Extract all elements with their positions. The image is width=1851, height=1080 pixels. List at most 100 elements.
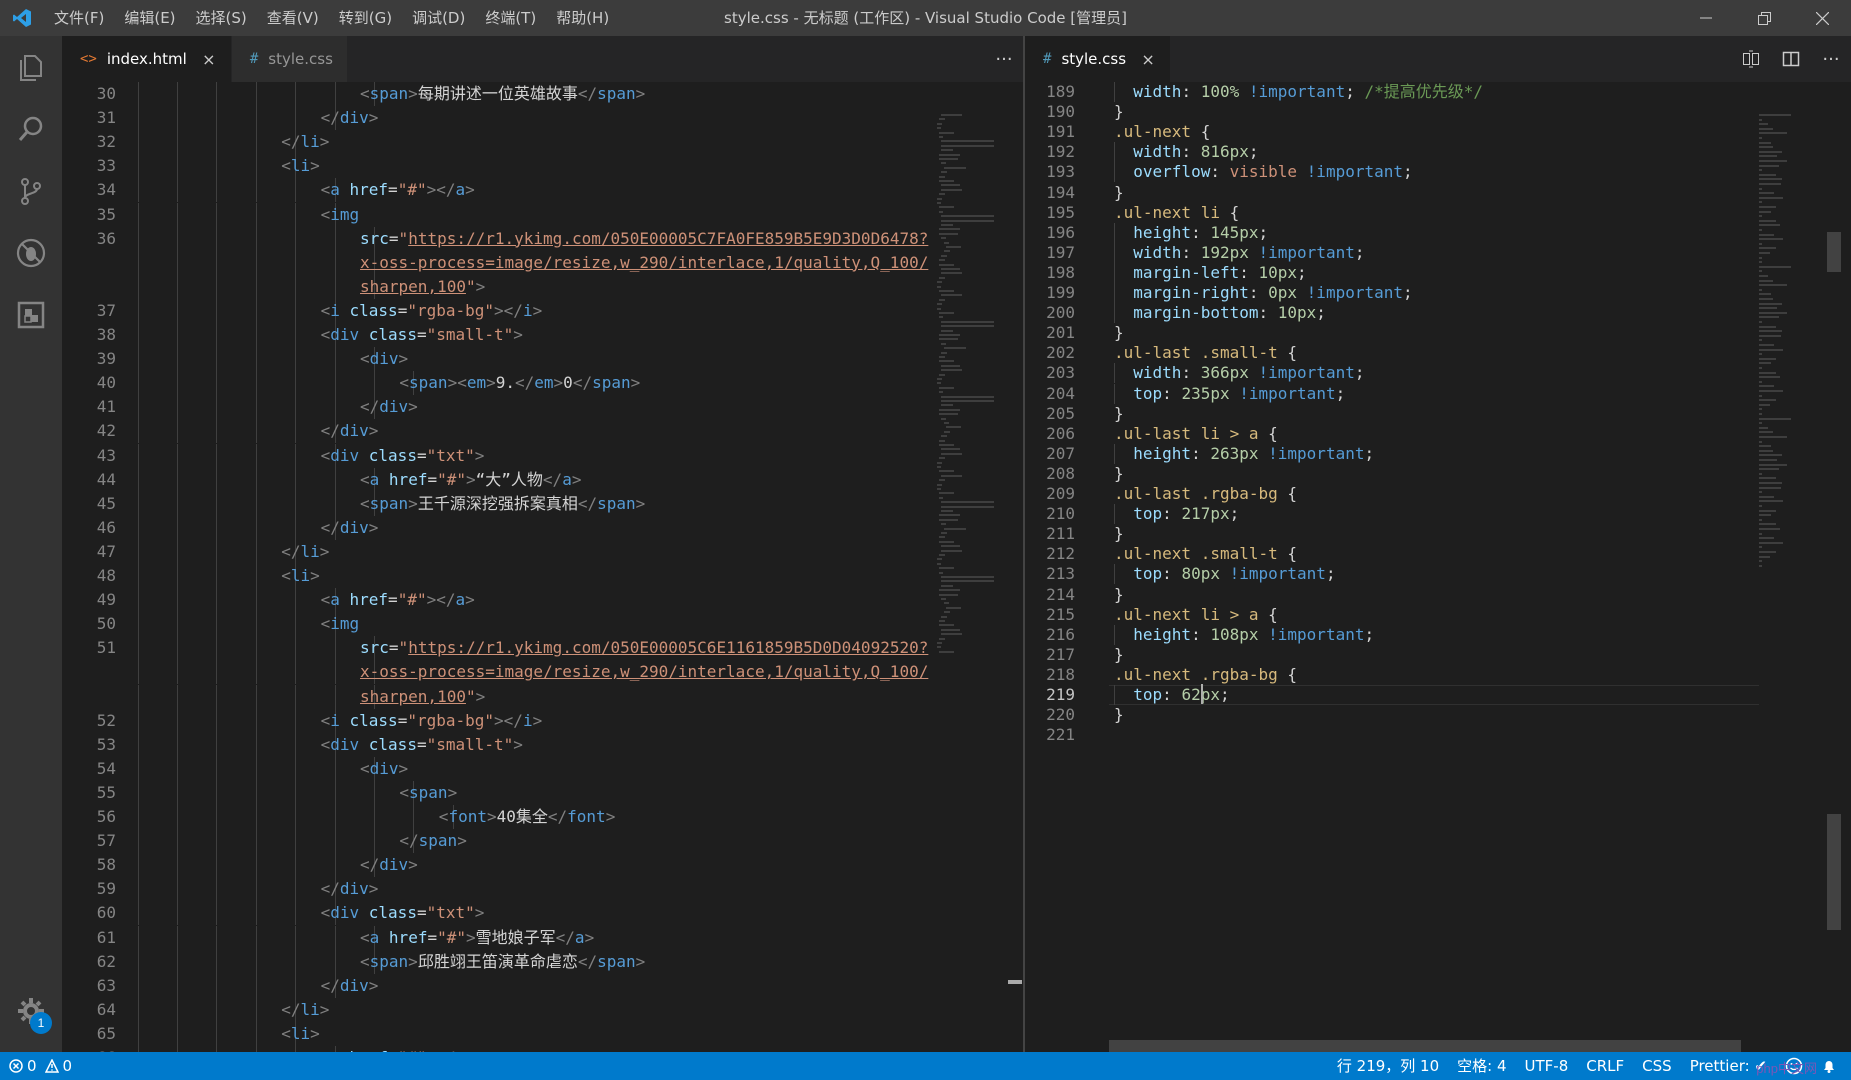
code-line[interactable]: src="https://r1.ykimg.com/050E00005C6E11… bbox=[360, 636, 928, 660]
code-line[interactable]: height: 263px !important; bbox=[1114, 442, 1374, 466]
code-line[interactable]: </div> bbox=[321, 974, 379, 998]
line-number: 37 bbox=[96, 300, 116, 320]
language-mode[interactable]: CSS bbox=[1633, 1052, 1681, 1080]
code-token: < bbox=[360, 493, 370, 513]
code-line[interactable]: x-oss-process=image/resize,w_290/interla… bbox=[360, 251, 928, 275]
code-line[interactable]: <i class="rgba-bg"></i> bbox=[321, 709, 543, 733]
debug-icon[interactable] bbox=[0, 222, 62, 284]
code-line[interactable]: <span>邱胜翊王笛演革命虐恋</span> bbox=[360, 950, 645, 974]
code-line[interactable]: <span><em>9.</em>0</span> bbox=[399, 371, 640, 395]
code-line[interactable]: <div> bbox=[360, 757, 408, 781]
code-line[interactable]: <a href="#">雪地娘子军</a> bbox=[360, 926, 594, 950]
compare-changes-icon[interactable] bbox=[1731, 36, 1771, 82]
split-editor-icon[interactable] bbox=[1771, 36, 1811, 82]
scrollbar-right[interactable] bbox=[1827, 82, 1841, 1052]
file-encoding[interactable]: UTF-8 bbox=[1516, 1052, 1578, 1080]
horizontal-scrollbar[interactable] bbox=[1109, 1040, 1741, 1052]
notifications-bell-icon[interactable] bbox=[1812, 1052, 1851, 1080]
menu-item[interactable]: 选择(S) bbox=[186, 0, 257, 36]
code-line[interactable]: </div> bbox=[321, 106, 379, 130]
more-actions-icon[interactable]: ··· bbox=[984, 36, 1024, 82]
code-line[interactable]: top: 235px !important; bbox=[1114, 382, 1345, 406]
code-line[interactable]: </div> bbox=[321, 419, 379, 443]
tab-style-css-active[interactable]: # style.css × bbox=[1025, 36, 1172, 82]
menu-item[interactable]: 调试(D) bbox=[402, 0, 475, 36]
source-control-icon[interactable] bbox=[0, 160, 62, 222]
code-line[interactable]: <a href="#"></a> bbox=[321, 588, 475, 612]
explorer-icon[interactable] bbox=[0, 36, 62, 98]
indent-guide bbox=[177, 660, 178, 685]
code-line[interactable]: } bbox=[1114, 703, 1124, 727]
code-line[interactable]: <div class="small-t"> bbox=[321, 733, 523, 757]
code-line[interactable]: <li> bbox=[281, 564, 320, 588]
line-number: 38 bbox=[96, 325, 116, 344]
code-line[interactable]: width: 100% !important; /*提高优先级*/ bbox=[1114, 80, 1483, 104]
menu-item[interactable]: 转到(G) bbox=[329, 0, 402, 36]
minimap-line bbox=[941, 254, 947, 257]
code-line[interactable]: <div class="small-t"> bbox=[321, 323, 523, 347]
code-line[interactable]: overflow: visible !important; bbox=[1114, 160, 1412, 184]
code-line[interactable]: <div> bbox=[360, 347, 408, 371]
code-line[interactable]: top: 217px; bbox=[1114, 502, 1239, 526]
close-window-button[interactable] bbox=[1793, 0, 1851, 36]
tab-index-html[interactable]: <> index.html × bbox=[62, 36, 232, 82]
code-editor-css[interactable]: 189 width: 100% !important; /*提高优先级*/190… bbox=[1025, 82, 1851, 1052]
code-line[interactable]: </div> bbox=[321, 877, 379, 901]
tab-close-icon[interactable]: × bbox=[1140, 50, 1156, 69]
scrollbar-left[interactable] bbox=[1008, 82, 1022, 1052]
menu-item[interactable]: 查看(V) bbox=[257, 0, 329, 36]
code-line[interactable]: <li> bbox=[281, 1022, 320, 1046]
extensions-icon[interactable] bbox=[0, 284, 62, 346]
tab-close-icon[interactable]: × bbox=[201, 50, 217, 69]
more-actions-icon[interactable]: ··· bbox=[1811, 36, 1851, 82]
minimize-button[interactable] bbox=[1677, 0, 1735, 36]
code-line[interactable]: <span>王千源深挖强拆案真相</span> bbox=[360, 492, 645, 516]
code-line[interactable]: <span>每期讲述一位英雄故事</span> bbox=[360, 82, 645, 106]
indentation[interactable]: 空格: 4 bbox=[1448, 1052, 1515, 1080]
code-token: : bbox=[1162, 383, 1182, 403]
code-line[interactable]: margin-bottom: 10px; bbox=[1114, 301, 1326, 325]
code-line[interactable]: </li> bbox=[281, 540, 329, 564]
code-line[interactable]: </div> bbox=[360, 395, 418, 419]
manage-gear-icon[interactable]: 1 bbox=[0, 980, 62, 1042]
code-line[interactable]: top: 62px; bbox=[1114, 683, 1229, 707]
menu-item[interactable]: 帮助(H) bbox=[546, 0, 619, 36]
code-line[interactable]: </div> bbox=[321, 516, 379, 540]
code-line[interactable]: <div class="txt"> bbox=[321, 444, 485, 468]
code-line[interactable]: </div> bbox=[360, 853, 418, 877]
menu-item[interactable]: 文件(F) bbox=[44, 0, 114, 36]
code-line[interactable]: <div class="txt"> bbox=[321, 901, 485, 925]
code-editor-html[interactable]: 30 <span>每期讲述一位英雄故事</span> 31 </div> 32 </li>… bbox=[62, 82, 1024, 1052]
code-line[interactable]: <a href="#">“大”人物</a> bbox=[360, 468, 581, 492]
scrollbar-thumb[interactable] bbox=[1827, 814, 1841, 930]
indent-guide bbox=[216, 226, 218, 251]
menu-item[interactable]: 编辑(E) bbox=[114, 0, 185, 36]
menu-item[interactable]: 终端(T) bbox=[475, 0, 546, 36]
code-line[interactable]: </li> bbox=[281, 998, 329, 1022]
code-line[interactable]: sharpen,100"> bbox=[360, 275, 485, 299]
code-line[interactable]: <img bbox=[321, 612, 360, 636]
cursor-position[interactable]: 行 219，列 10 bbox=[1328, 1052, 1448, 1080]
code-line[interactable]: height: 108px !important; bbox=[1114, 623, 1374, 647]
minimap-line bbox=[939, 298, 945, 301]
code-token: { bbox=[1219, 202, 1240, 222]
code-line[interactable]: </li> bbox=[281, 130, 329, 154]
code-line[interactable]: <i class="rgba-bg"></i> bbox=[321, 299, 543, 323]
code-line[interactable]: </span> bbox=[399, 829, 466, 853]
code-line[interactable]: <img bbox=[321, 203, 360, 227]
restore-button[interactable] bbox=[1735, 0, 1793, 36]
code-line[interactable]: <a href="#"></a> bbox=[321, 178, 475, 202]
code-line[interactable]: <font>40集全</font> bbox=[439, 805, 616, 829]
tab-style-css[interactable]: # style.css bbox=[231, 36, 348, 82]
code-token: span bbox=[369, 493, 409, 513]
end-of-line[interactable]: CRLF bbox=[1577, 1052, 1633, 1080]
code-line[interactable]: <li> bbox=[281, 154, 320, 178]
line-number: 60 bbox=[96, 903, 116, 923]
search-icon[interactable] bbox=[0, 98, 62, 160]
code-line[interactable]: x-oss-process=image/resize,w_290/interla… bbox=[360, 660, 928, 684]
code-line[interactable]: src="https://r1.ykimg.com/050E00005C7FA0… bbox=[360, 227, 928, 251]
code-line[interactable]: top: 80px !important; bbox=[1114, 562, 1335, 586]
problems-indicator[interactable]: 0 0 bbox=[0, 1052, 81, 1080]
code-line[interactable]: sharpen,100"> bbox=[360, 685, 485, 709]
code-line[interactable]: <span> bbox=[399, 781, 457, 805]
